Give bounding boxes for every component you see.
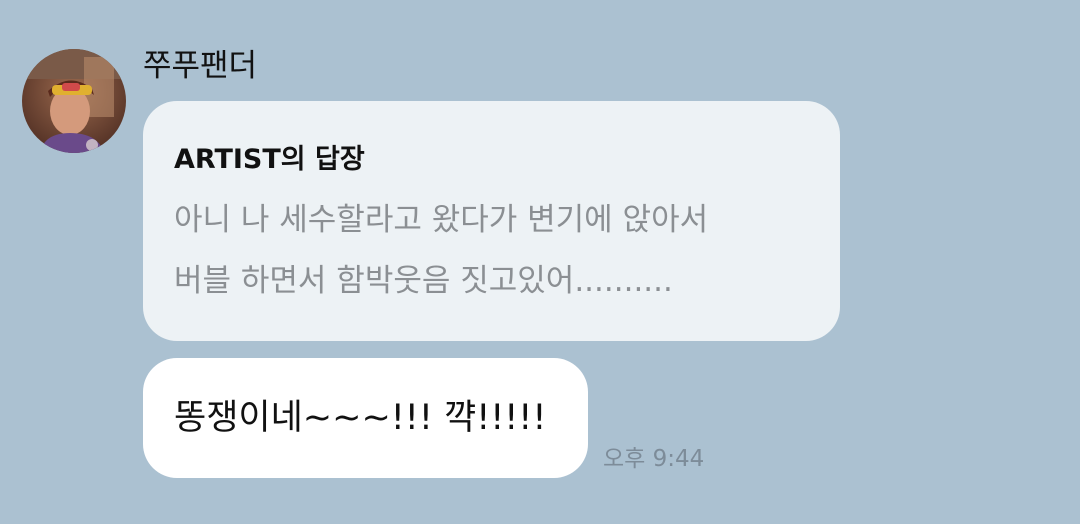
profile-photo-icon xyxy=(22,49,126,153)
sender-name: 쭈푸팬더 xyxy=(143,48,258,84)
reply-title: ARTIST의 답장 xyxy=(174,144,365,175)
reply-text-line-2: 버블 하면서 함박웃음 짓고있어.......... xyxy=(174,263,673,299)
message-time: 오후 9:44 xyxy=(603,446,705,472)
reply-bubble[interactable]: ARTIST의 답장 아니 나 세수할라고 왔다가 변기에 앉아서 버블 하면서… xyxy=(143,101,840,341)
avatar[interactable] xyxy=(22,49,126,153)
reply-text-line-1: 아니 나 세수할라고 왔다가 변기에 앉아서 xyxy=(174,202,709,238)
message-bubble[interactable]: 똥쟁이네~~~!!! 꺅!!!!! xyxy=(143,358,588,478)
message-text: 똥쟁이네~~~!!! 꺅!!!!! xyxy=(174,398,547,438)
